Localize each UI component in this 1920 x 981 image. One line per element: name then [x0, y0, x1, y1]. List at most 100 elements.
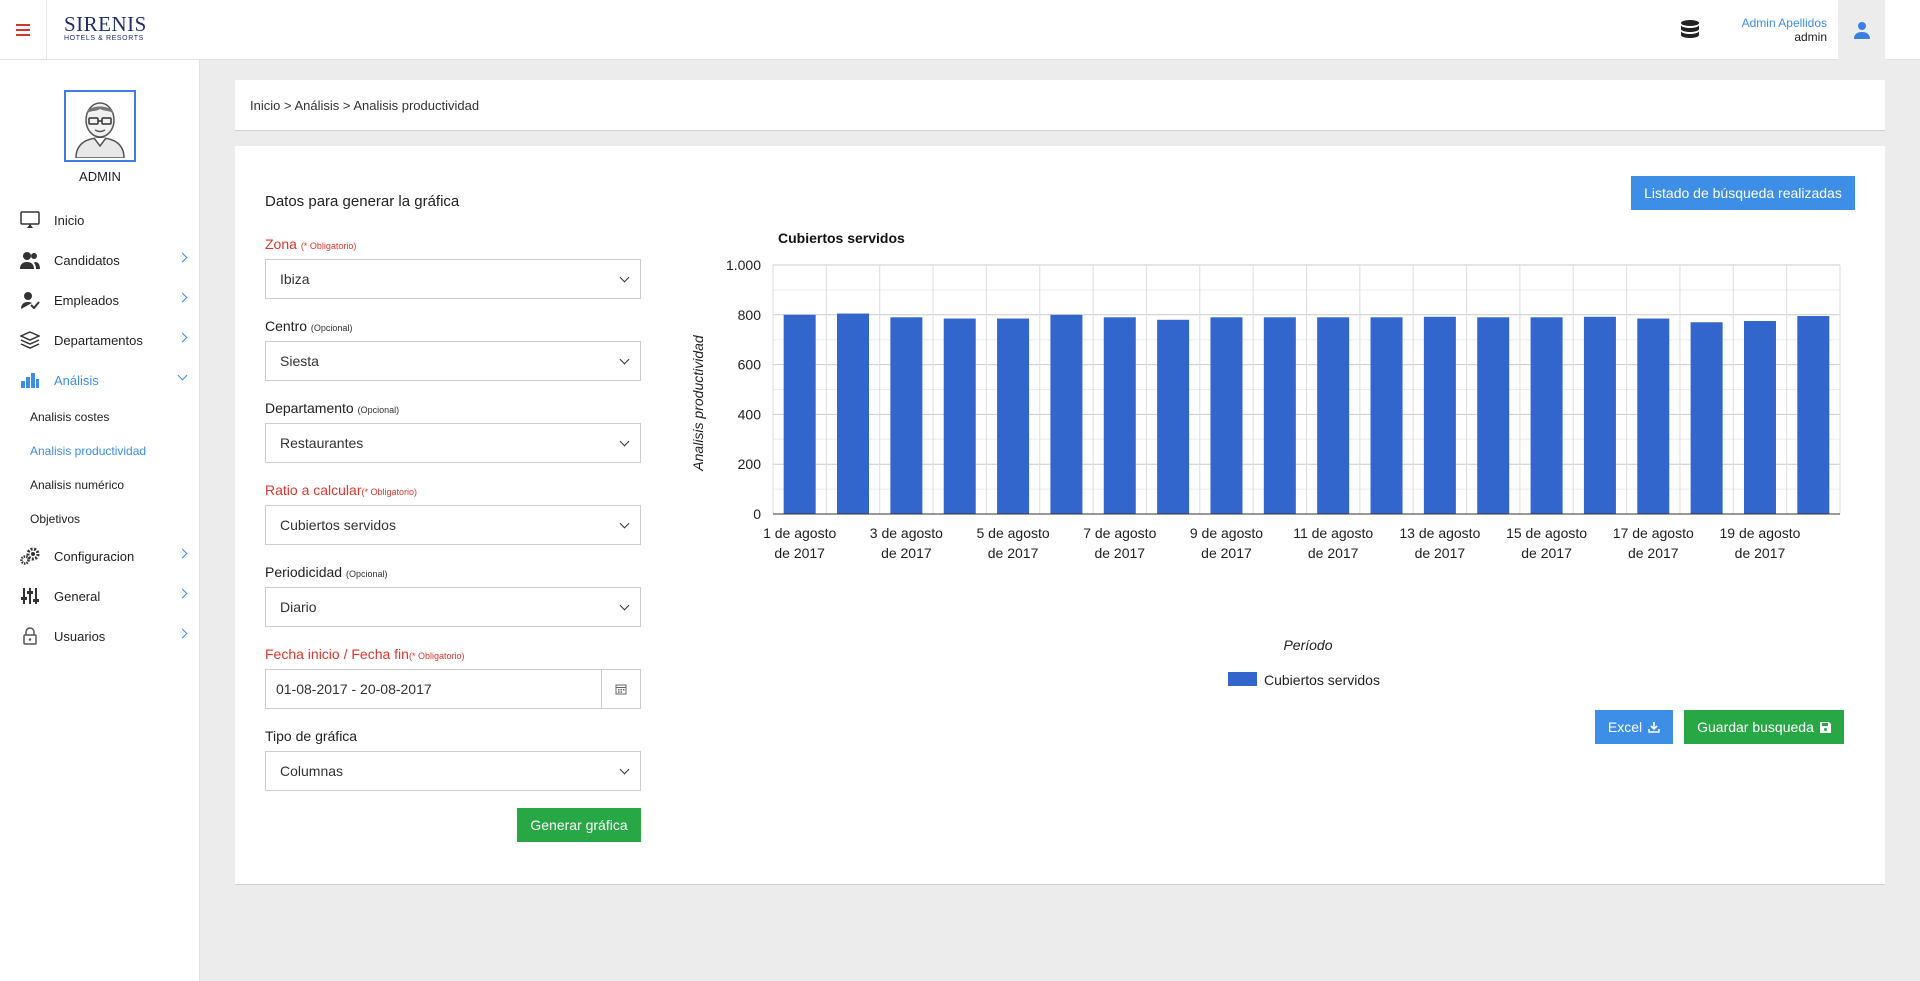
sidebar-item-departamentos[interactable]: Departamentos [0, 320, 200, 360]
user-name[interactable]: Admin Apellidos [1742, 16, 1827, 30]
logo[interactable]: SIRENIS HOTELS & RESORTS [64, 12, 147, 43]
generate-chart-button[interactable]: Generar gráfica [517, 808, 641, 842]
sidebar-item-general[interactable]: General [0, 576, 200, 616]
x-tick-label: 7 de agosto [1083, 525, 1156, 541]
chart-bar[interactable] [1637, 318, 1670, 514]
date-range-input[interactable]: 01-08-2017 - 20-08-2017 [265, 669, 641, 709]
chart-bar[interactable] [1263, 317, 1296, 514]
database-icon[interactable] [1678, 18, 1702, 42]
excel-button[interactable]: Excel [1595, 710, 1673, 744]
calendar-icon[interactable] [601, 670, 640, 708]
chart-bar[interactable] [943, 318, 976, 514]
chart-bar[interactable] [1690, 322, 1723, 514]
y-tick-label: 1.000 [726, 257, 761, 273]
chevron-down-icon [177, 370, 188, 381]
chevron-right-icon [177, 332, 188, 343]
chart-bar[interactable] [837, 313, 870, 514]
x-axis-label: Período [1283, 637, 1332, 653]
chart-bar[interactable] [997, 318, 1030, 514]
lock-icon [20, 626, 40, 646]
sidebar-subitem-analisis-costes[interactable]: Analisis costes [0, 400, 200, 434]
fecha-label: Fecha inicio / Fecha fin(* Obligatorio) [265, 646, 465, 662]
sidebar-item-empleados[interactable]: Empleados [0, 280, 200, 320]
x-tick-label: de 2017 [988, 545, 1039, 561]
ratio-select[interactable]: Cubiertos servidos [265, 505, 641, 545]
user-block[interactable]: Admin Apellidos admin [1742, 16, 1827, 44]
chart-bar[interactable] [783, 314, 816, 514]
x-tick-label: de 2017 [881, 545, 932, 561]
user-icon [1853, 22, 1870, 39]
avatar[interactable] [64, 90, 136, 162]
x-tick-label: 17 de agosto [1613, 525, 1694, 541]
chart-bar[interactable] [1743, 321, 1776, 514]
sidebar-item-inicio[interactable]: Inicio [0, 200, 200, 240]
chart-bar[interactable] [890, 317, 923, 514]
chart-bar[interactable] [1050, 314, 1083, 514]
x-tick-label: de 2017 [774, 545, 825, 561]
periodicidad-select[interactable]: Diario [265, 587, 641, 627]
sidebar-item-analisis[interactable]: Análisis [0, 360, 200, 400]
profile-label: ADMIN [79, 169, 121, 184]
chevron-right-icon [177, 292, 188, 303]
avatar-face-icon [75, 102, 125, 158]
chart-bar[interactable] [1530, 317, 1563, 514]
footer [200, 919, 1920, 981]
legend-label: Cubiertos servidos [1264, 672, 1380, 688]
date-range-value[interactable]: 01-08-2017 - 20-08-2017 [266, 681, 601, 697]
y-axis-label: Analisis productividad [690, 334, 706, 472]
chevron-right-icon [177, 252, 188, 263]
save-search-label: Guardar busqueda [1697, 719, 1814, 735]
legend-swatch [1228, 672, 1257, 686]
top-header: SIRENIS HOTELS & RESORTS Admin Apellidos… [0, 0, 1920, 60]
user-role: admin [1794, 30, 1827, 44]
chevron-right-icon [177, 548, 188, 559]
chevron-down-icon [619, 272, 630, 283]
tipo-label: Tipo de gráfica [265, 728, 358, 744]
chart-title: Cubiertos servidos [778, 230, 905, 246]
x-tick-label: 15 de agosto [1506, 525, 1587, 541]
departamento-select[interactable]: Restaurantes [265, 423, 641, 463]
zona-select[interactable]: Ibiza [265, 259, 641, 299]
periodicidad-label: Periodicidad (Opcional) [265, 564, 388, 580]
chart-bar[interactable] [1157, 319, 1190, 514]
departamento-label: Departamento (Opcional) [265, 400, 400, 416]
tipo-select[interactable]: Columnas [265, 751, 641, 791]
x-tick-label: de 2017 [1628, 545, 1679, 561]
logo-main: SIRENIS [64, 12, 147, 36]
sidebar-subitem-analisis-numerico[interactable]: Analisis numérico [0, 468, 200, 502]
y-tick-label: 0 [753, 506, 761, 522]
sliders-icon [20, 586, 40, 606]
chart-bar[interactable] [1797, 316, 1830, 514]
sidebar-item-configuracion[interactable]: Configuracion [0, 536, 200, 576]
productivity-chart: Cubiertos servidos 0 200 400 600 800 1.000 1 … [690, 230, 1841, 688]
sidebar-item-usuarios[interactable]: Usuarios [0, 616, 200, 656]
gears-icon [20, 546, 40, 566]
y-tick-label: 800 [738, 307, 762, 323]
users-icon [20, 250, 40, 270]
sidebar-subitem-objetivos[interactable]: Objetivos [0, 502, 200, 536]
chart-bar[interactable] [1317, 317, 1350, 514]
menu-toggle-icon[interactable] [0, 0, 47, 60]
search-list-button[interactable]: Listado de búsqueda realizadas [1631, 176, 1855, 210]
sidebar: ADMIN Inicio Candidatos Empleados Depart… [0, 60, 200, 981]
save-search-button[interactable]: Guardar busqueda [1684, 710, 1844, 744]
x-tick-label: de 2017 [1521, 545, 1572, 561]
excel-button-label: Excel [1607, 719, 1643, 735]
x-tick-label: de 2017 [1735, 545, 1786, 561]
chart-bar[interactable] [1477, 317, 1510, 514]
sidebar-subitem-analisis-productividad[interactable]: Analisis productividad [0, 434, 200, 468]
chart-bar[interactable] [1210, 317, 1243, 514]
sidebar-nav: Inicio Candidatos Empleados Departamento… [0, 200, 200, 656]
y-tick-label: 400 [738, 406, 762, 422]
chart-bar[interactable] [1423, 316, 1456, 514]
sidebar-item-label: Empleados [54, 292, 120, 308]
logo-sub: HOTELS & RESORTS [64, 35, 144, 42]
sidebar-item-label: Configuracion [54, 548, 135, 564]
chart-bar[interactable] [1370, 317, 1403, 514]
sidebar-item-candidatos[interactable]: Candidatos [0, 240, 200, 280]
centro-select[interactable]: Siesta [265, 341, 641, 381]
chart-bar[interactable] [1583, 316, 1616, 514]
user-menu-button[interactable] [1838, 0, 1885, 60]
chart-bar[interactable] [1103, 317, 1136, 514]
chevron-right-icon [177, 588, 188, 599]
